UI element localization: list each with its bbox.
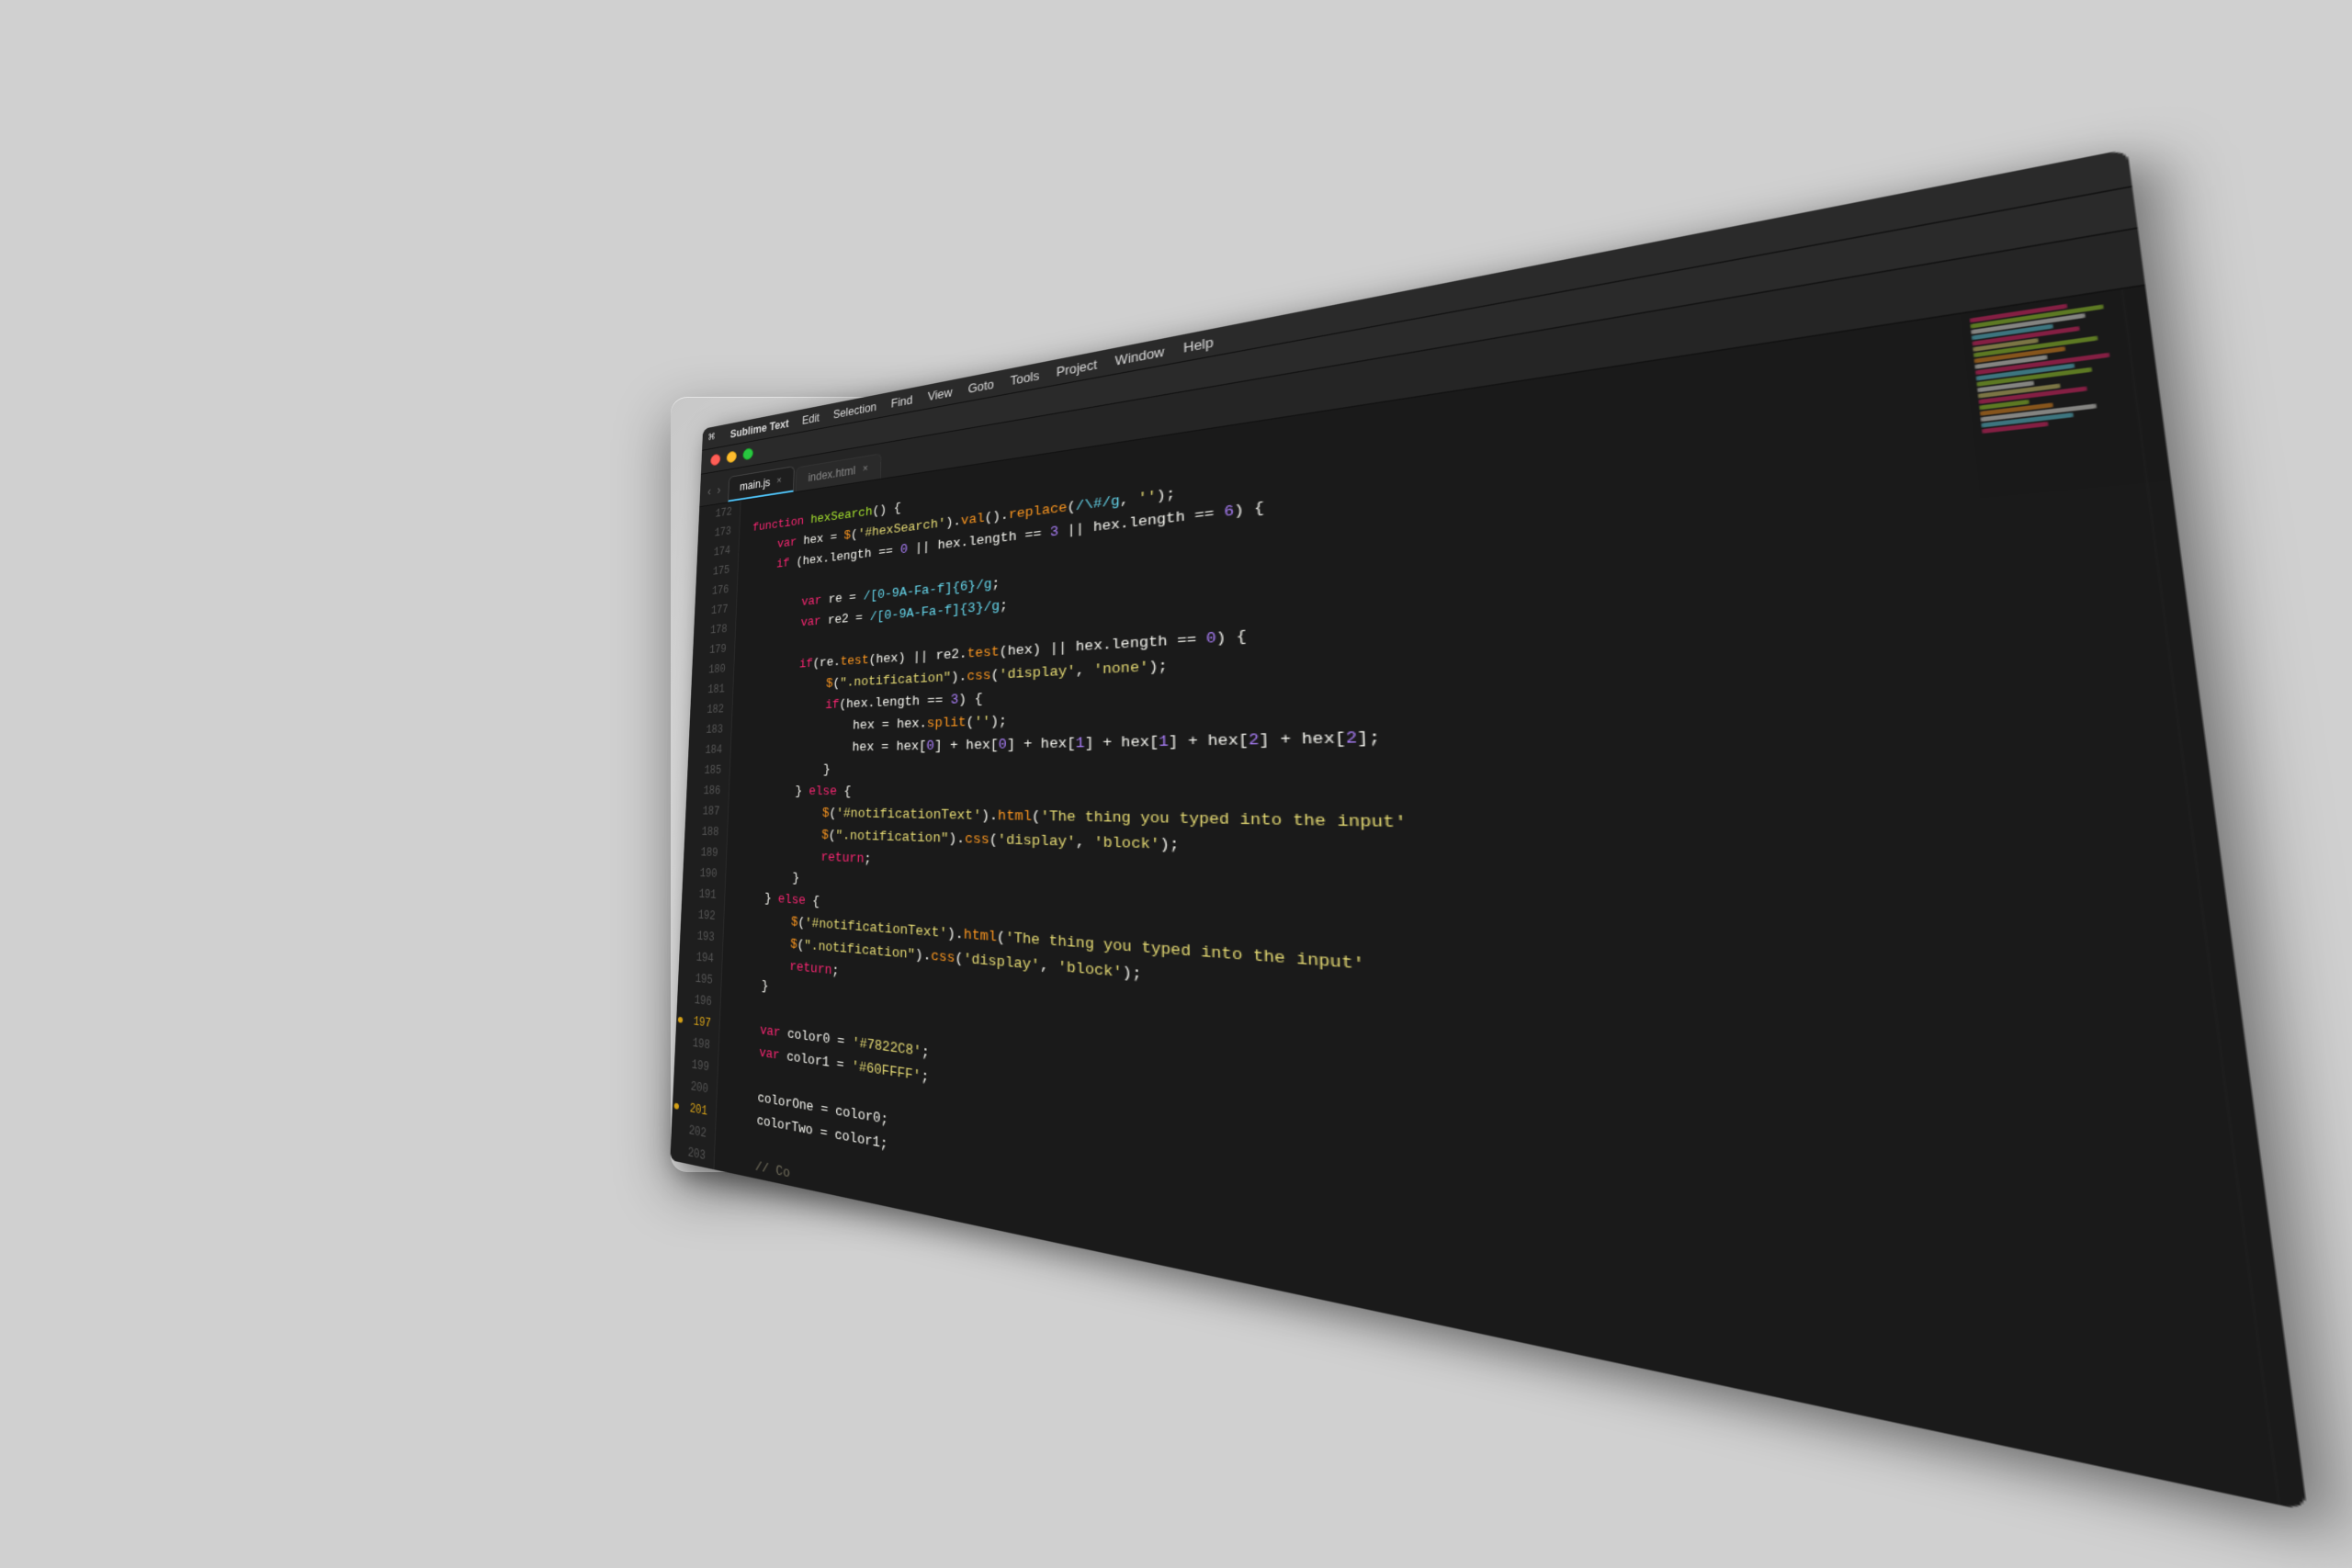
apple-logo-icon: ⌘: [708, 429, 716, 445]
tab-main-js-label: main.js: [740, 476, 771, 493]
tab-index-html-label: index.html: [808, 463, 855, 483]
close-button[interactable]: [710, 453, 720, 466]
line-181: 181: [691, 678, 733, 700]
nav-arrows: ‹ ›: [706, 483, 722, 504]
menu-goto[interactable]: Tools: [1011, 367, 1040, 387]
forward-arrow-icon[interactable]: ›: [715, 483, 722, 498]
menu-edit[interactable]: Selection: [833, 400, 877, 421]
screen: ⌘ Sublime Text Edit Selection Find View …: [670, 149, 2307, 1511]
back-arrow-icon[interactable]: ‹: [706, 485, 713, 500]
line-189: 189: [684, 841, 727, 863]
line-186: 186: [686, 780, 729, 801]
menu-selection[interactable]: Find: [891, 392, 913, 410]
menu-find[interactable]: View: [928, 385, 953, 403]
tab-index-html-close[interactable]: ×: [863, 463, 868, 474]
line-179: 179: [693, 638, 735, 661]
macos-window: ⌘ Sublime Text Edit Selection Find View …: [670, 149, 2307, 1511]
line-187: 187: [685, 801, 729, 822]
menu-window[interactable]: Help: [1183, 334, 1214, 355]
menu-file[interactable]: Edit: [802, 411, 820, 426]
line-185: 185: [687, 760, 729, 780]
menu-tools[interactable]: Project: [1057, 356, 1097, 378]
maximize-button[interactable]: [742, 447, 753, 460]
line-183: 183: [689, 718, 731, 739]
menu-project[interactable]: Window: [1115, 344, 1165, 367]
tab-main-js-close[interactable]: ×: [776, 475, 782, 486]
line-192: 192: [681, 903, 724, 927]
line-188: 188: [684, 821, 728, 843]
line-182: 182: [690, 698, 732, 720]
menu-view[interactable]: Goto: [968, 377, 994, 395]
traffic-lights: [710, 447, 753, 466]
line-180: 180: [692, 658, 734, 680]
line-184: 184: [688, 739, 730, 761]
line-178: 178: [694, 618, 736, 641]
laptop-frame: ⌘ Sublime Text Edit Selection Find View …: [671, 397, 1681, 1172]
line-191: 191: [682, 883, 725, 907]
minimize-button[interactable]: [727, 450, 737, 463]
line-190: 190: [683, 862, 726, 885]
